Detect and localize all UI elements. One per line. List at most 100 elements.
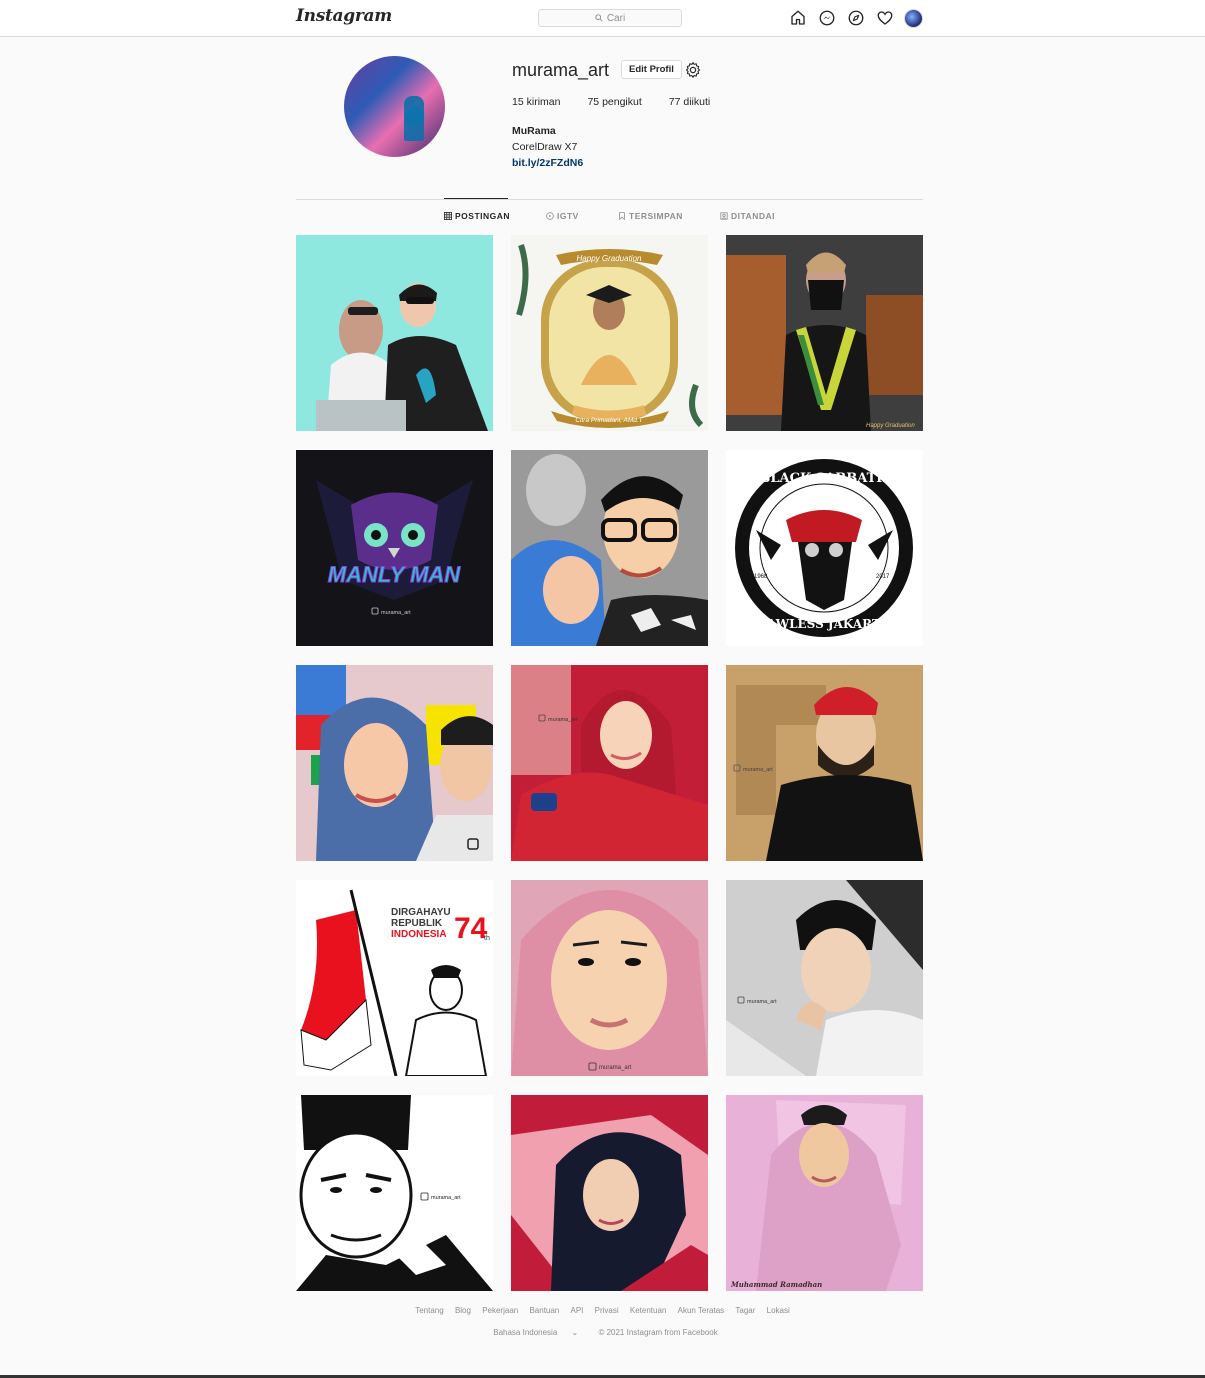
post-10-line3: INDONESIA <box>391 929 447 940</box>
profile-picture[interactable] <box>344 56 445 157</box>
footer-links: Tentang Blog Pekerjaan Bantuan API Priva… <box>0 1306 1205 1315</box>
footer-bottom: Bahasa Indonesia ⌄ © 2021 Instagram from… <box>0 1328 1205 1337</box>
footer-link-top-accounts[interactable]: Akun Teratas <box>678 1306 725 1315</box>
post-11-illustration: murama_art <box>511 880 708 1076</box>
followers-stat[interactable]: 75 pengikut <box>587 96 641 108</box>
post-10-line1: DIRGAHAYU <box>391 907 451 918</box>
posts-stat: 15 kiriman <box>512 96 560 108</box>
footer-link-about[interactable]: Tentang <box>415 1306 443 1315</box>
instagram-logo[interactable]: Instagram <box>296 6 392 26</box>
explore-icon[interactable] <box>846 8 866 28</box>
post-6-illustration: BLACK SABBATH LAWLESS JAKARTA 1968 2017 <box>726 450 923 646</box>
post-4-watermark: murama_art <box>381 610 411 616</box>
post-5[interactable] <box>511 450 708 646</box>
tab-saved[interactable]: TERSIMPAN <box>618 211 720 221</box>
post-9[interactable]: murama_art <box>726 665 923 861</box>
post-12-watermark: murama_art <box>747 999 777 1005</box>
search-placeholder: Cari <box>606 12 626 24</box>
nav-icons <box>788 8 923 28</box>
post-11[interactable]: murama_art <box>511 880 708 1076</box>
post-13-watermark: murama_art <box>431 1195 461 1201</box>
post-6-year-left: 1968 <box>754 574 768 580</box>
post-15[interactable]: Muhammad Ramadhan <box>726 1095 923 1291</box>
post-15-illustration: Muhammad Ramadhan <box>726 1095 923 1291</box>
posts-label: kiriman <box>526 96 561 108</box>
footer-link-hashtags[interactable]: Tagar <box>735 1306 755 1315</box>
profile-username: murama_art <box>512 60 610 80</box>
home-icon[interactable] <box>788 8 808 28</box>
post-6-top-text: BLACK SABBATH <box>759 471 888 486</box>
post-14-illustration <box>511 1095 708 1291</box>
post-8-illustration: murama_art <box>511 665 708 861</box>
post-10-number: 74 <box>454 912 488 945</box>
footer-link-locations[interactable]: Lokasi <box>767 1306 790 1315</box>
post-6-year-right: 2017 <box>876 574 890 580</box>
edit-profile-button[interactable]: Edit Profil <box>621 60 682 79</box>
profile-avatar-small[interactable] <box>904 8 923 28</box>
tab-tagged[interactable]: DITANDAI <box>720 211 775 221</box>
heart-icon[interactable] <box>875 8 895 28</box>
tab-posts[interactable]: POSTINGAN <box>444 211 546 221</box>
post-12[interactable]: murama_art <box>726 880 923 1076</box>
copyright-text: © 2021 Instagram from Facebook <box>598 1328 718 1337</box>
post-10-line2: REPUBLIK <box>391 918 443 929</box>
post-10[interactable]: DIRGAHAYU REPUBLIK INDONESIA 74 th <box>296 880 493 1076</box>
messenger-icon[interactable] <box>817 8 837 28</box>
post-10-illustration: DIRGAHAYU REPUBLIK INDONESIA 74 th <box>296 880 493 1076</box>
language-selector[interactable]: Bahasa Indonesia ⌄ <box>487 1328 584 1337</box>
footer-link-blog[interactable]: Blog <box>455 1306 471 1315</box>
settings-gear-icon[interactable] <box>684 61 702 79</box>
profile-tabs: POSTINGAN IGTV TERSIMPAN DITANDAI <box>444 211 775 221</box>
tab-igtv[interactable]: IGTV <box>546 211 618 221</box>
bio-link[interactable]: bit.ly/2zFZdN6 <box>512 155 583 171</box>
bio-text: CorelDraw X7 <box>512 141 578 153</box>
post-2-banner-top: Happy Graduation <box>577 254 642 263</box>
post-13-illustration: murama_art <box>296 1095 493 1291</box>
post-2[interactable]: Happy Graduation Citra Primadani, AMd.T <box>511 235 708 431</box>
post-10-suffix: th <box>484 935 490 942</box>
post-8[interactable]: murama_art <box>511 665 708 861</box>
chevron-down-icon: ⌄ <box>571 1328 579 1337</box>
footer-link-terms[interactable]: Ketentuan <box>630 1306 666 1315</box>
footer-link-jobs[interactable]: Pekerjaan <box>482 1306 518 1315</box>
tab-tagged-label: DITANDAI <box>731 211 775 221</box>
search-icon <box>595 14 603 22</box>
tab-posts-label: POSTINGAN <box>455 211 511 221</box>
followers-count: 75 <box>587 96 600 108</box>
tab-igtv-label: IGTV <box>557 211 579 221</box>
profile-stats: 15 kiriman 75 pengikut 77 diikuti <box>512 96 710 108</box>
posts-count: 15 <box>512 96 524 108</box>
post-12-illustration: murama_art <box>726 880 923 1076</box>
post-6[interactable]: BLACK SABBATH LAWLESS JAKARTA 1968 2017 <box>726 450 923 646</box>
top-nav-bar: Instagram Cari <box>0 0 1205 37</box>
tabs-divider <box>296 199 923 200</box>
post-5-illustration <box>511 450 708 646</box>
following-stat[interactable]: 77 diikuti <box>669 96 710 108</box>
post-4-title: MANLY MAN <box>328 562 462 587</box>
footer-link-api[interactable]: API <box>571 1306 584 1315</box>
footer-link-help[interactable]: Bantuan <box>529 1306 559 1315</box>
post-8-watermark: murama_art <box>548 717 578 723</box>
post-11-watermark: murama_art <box>599 1065 632 1071</box>
tab-saved-label: TERSIMPAN <box>629 211 683 221</box>
post-7[interactable] <box>296 665 493 861</box>
igtv-icon <box>546 212 554 220</box>
post-4-illustration: MANLY MAN murama_art <box>296 450 493 646</box>
posts-grid: Happy Graduation Citra Primadani, AMd.T … <box>296 235 924 1291</box>
post-2-banner-bottom: Citra Primadani, AMd.T <box>575 417 643 424</box>
footer-link-privacy[interactable]: Privasi <box>595 1306 619 1315</box>
post-9-watermark: murama_art <box>743 767 773 773</box>
post-3-illustration: Happy Graduation <box>726 235 923 431</box>
post-3[interactable]: Happy Graduation <box>726 235 923 431</box>
language-label: Bahasa Indonesia <box>493 1328 558 1337</box>
post-13[interactable]: murama_art <box>296 1095 493 1291</box>
search-input[interactable]: Cari <box>538 9 682 27</box>
post-4[interactable]: MANLY MAN murama_art <box>296 450 493 646</box>
bookmark-icon <box>619 212 625 220</box>
grid-icon <box>444 212 452 220</box>
post-15-signature: Muhammad Ramadhan <box>730 1280 822 1289</box>
post-6-bottom-text: LAWLESS JAKARTA <box>758 617 890 631</box>
following-label: diikuti <box>683 96 711 108</box>
post-14[interactable] <box>511 1095 708 1291</box>
post-1[interactable] <box>296 235 493 431</box>
